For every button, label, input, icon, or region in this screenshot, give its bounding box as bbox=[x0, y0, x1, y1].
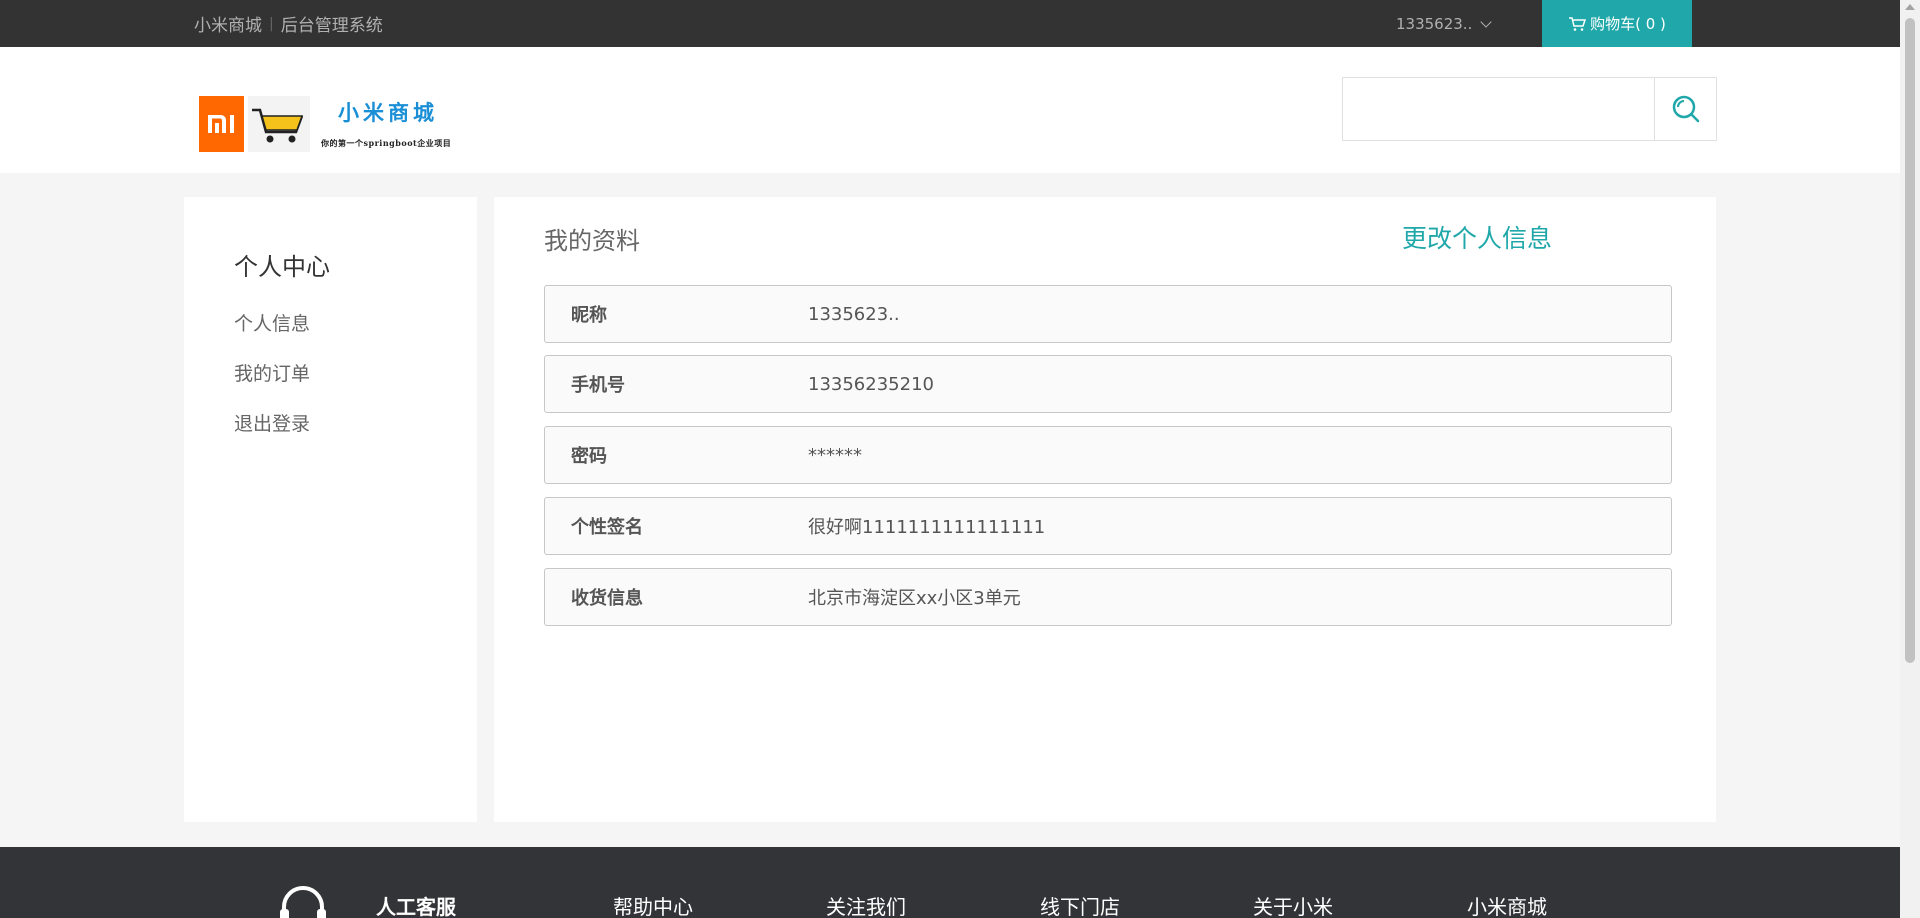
scrollbar-thumb[interactable] bbox=[1905, 18, 1915, 663]
top-link-separator: | bbox=[269, 15, 274, 32]
search-icon bbox=[1672, 95, 1699, 123]
row-value: 1335623.. bbox=[808, 303, 900, 325]
footer-customer-service[interactable]: 人工客服 bbox=[376, 891, 456, 918]
profile-row-phone: 手机号 13356235210 bbox=[544, 355, 1672, 413]
page-scrollbar[interactable] bbox=[1900, 0, 1920, 918]
sidebar-title: 个人中心 bbox=[234, 253, 330, 281]
footer-xiaomi-store[interactable]: 小米商城 bbox=[1467, 891, 1547, 918]
admin-link[interactable]: 后台管理系统 bbox=[281, 11, 383, 36]
sidebar-item-profile[interactable]: 个人信息 bbox=[234, 309, 310, 336]
mi-logo-icon bbox=[207, 115, 234, 133]
store-link[interactable]: 小米商城 bbox=[194, 11, 262, 36]
username[interactable]: 1335623.. bbox=[1396, 15, 1472, 33]
footer-about-xiaomi[interactable]: 关于小米 bbox=[1253, 891, 1333, 918]
top-links: 小米商城 | 后台管理系统 bbox=[194, 0, 383, 47]
cart-label: 购物车( 0 ) bbox=[1590, 15, 1666, 33]
brand-title: 小米商城 bbox=[338, 100, 438, 125]
row-label: 密码 bbox=[571, 446, 607, 467]
site-header: 小米商城 你的第一个springboot企业项目 bbox=[0, 47, 1900, 173]
user-menu[interactable]: 1335623.. bbox=[1396, 0, 1493, 47]
search-input[interactable] bbox=[1342, 77, 1656, 141]
row-label: 个性签名 bbox=[571, 517, 643, 538]
top-bar: 小米商城 | 后台管理系统 1335623.. 购物车( 0 ) bbox=[0, 0, 1900, 47]
footer-follow-us[interactable]: 关注我们 bbox=[826, 891, 906, 918]
row-label: 收货信息 bbox=[571, 588, 643, 609]
profile-row-password: 密码 ****** bbox=[544, 426, 1672, 484]
profile-row-signature: 个性签名 很好啊1111111111111111 bbox=[544, 497, 1672, 555]
row-label: 昵称 bbox=[571, 305, 607, 326]
sidebar-item-orders[interactable]: 我的订单 bbox=[234, 359, 310, 386]
sidebar-item-logout[interactable]: 退出登录 bbox=[234, 409, 310, 436]
profile-panel: 我的资料 更改个人信息 昵称 1335623.. 手机号 13356235210… bbox=[494, 197, 1716, 822]
brand-subtitle: 你的第一个springboot企业项目 bbox=[321, 138, 452, 148]
cart-button[interactable]: 购物车( 0 ) bbox=[1542, 0, 1692, 47]
shopping-cart-logo bbox=[248, 96, 310, 152]
profile-row-nickname: 昵称 1335623.. bbox=[544, 285, 1672, 343]
page-title: 我的资料 bbox=[544, 227, 640, 255]
edit-profile-link[interactable]: 更改个人信息 bbox=[1402, 219, 1552, 255]
cart-logo-icon bbox=[252, 108, 304, 143]
footer-help-center[interactable]: 帮助中心 bbox=[613, 891, 693, 918]
search-button[interactable] bbox=[1654, 77, 1717, 141]
cart-icon bbox=[1569, 16, 1587, 31]
profile-row-address: 收货信息 北京市海淀区xx小区3单元 bbox=[544, 568, 1672, 626]
headset-icon bbox=[280, 886, 326, 918]
row-label: 手机号 bbox=[571, 375, 625, 396]
user-sidebar: 个人中心 个人信息 我的订单 退出登录 bbox=[184, 197, 477, 822]
row-value: 很好啊1111111111111111 bbox=[808, 517, 1046, 538]
row-value: 13356235210 bbox=[808, 373, 934, 395]
scroll-up-arrow-icon[interactable] bbox=[1905, 4, 1915, 10]
chevron-down-icon[interactable] bbox=[1480, 15, 1493, 28]
mi-logo[interactable] bbox=[199, 96, 244, 152]
row-value: 北京市海淀区xx小区3单元 bbox=[808, 588, 1021, 609]
site-footer: 人工客服 帮助中心 关注我们 线下门店 关于小米 小米商城 bbox=[0, 847, 1900, 918]
row-value: ****** bbox=[808, 444, 862, 466]
footer-offline-stores[interactable]: 线下门店 bbox=[1040, 891, 1120, 918]
